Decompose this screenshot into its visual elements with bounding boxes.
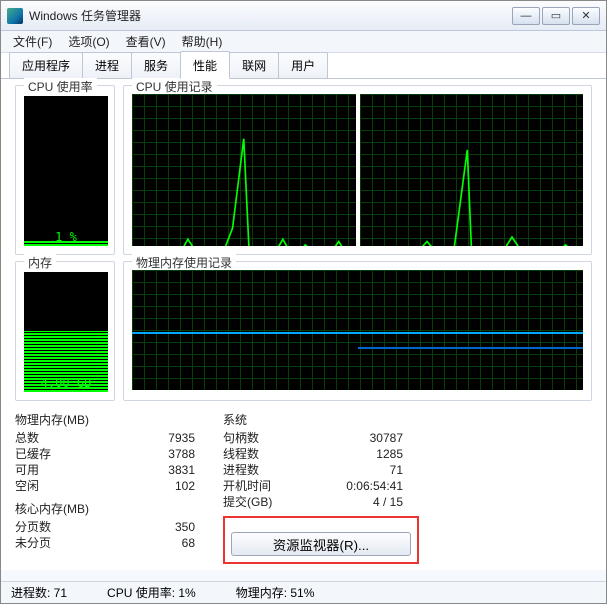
sys-threads-label: 线程数 [223, 446, 259, 462]
sys-procs-value: 71 [390, 462, 403, 478]
sys-handles-value: 30787 [370, 430, 403, 446]
cpu-value: 1 % [24, 230, 108, 244]
window-title: Windows 任务管理器 [29, 7, 512, 24]
menu-view[interactable]: 查看(V) [118, 31, 174, 52]
sys-uptime-value: 0:06:54:41 [346, 478, 403, 494]
phys-free-label: 空闲 [15, 478, 39, 494]
tab-networking[interactable]: 联网 [229, 52, 279, 78]
phys-avail-value: 3831 [168, 462, 195, 478]
memory-history-label: 物理内存使用记录 [132, 254, 236, 271]
task-manager-window: Windows 任务管理器 — ▭ ✕ 文件(F) 选项(O) 查看(V) 帮助… [0, 0, 607, 604]
cpu-meter: 1 % [24, 96, 108, 246]
memory-usage-group: 内存 4.00 GB [15, 261, 115, 401]
memory-meter: 4.00 GB [24, 272, 108, 392]
tab-applications[interactable]: 应用程序 [9, 52, 83, 78]
kernel-paged-value: 350 [175, 519, 195, 535]
sys-commit-label: 提交(GB) [223, 494, 272, 510]
phys-cached-label: 已缓存 [15, 446, 51, 462]
cpu-history-group: CPU 使用记录 [123, 85, 592, 255]
cpu-usage-group: CPU 使用率 1 % [15, 85, 115, 255]
phys-free-value: 102 [175, 478, 195, 494]
cpu-graph-0 [132, 94, 356, 246]
tabbar: 应用程序 进程 服务 性能 联网 用户 [1, 53, 606, 79]
system-title: 系统 [223, 411, 419, 428]
menu-file[interactable]: 文件(F) [5, 31, 60, 52]
phys-avail-label: 可用 [15, 462, 39, 478]
memory-history-group: 物理内存使用记录 [123, 261, 592, 401]
kernel-nonpaged-value: 68 [182, 535, 195, 551]
cpu-usage-label: CPU 使用率 [24, 78, 97, 95]
sys-commit-value: 4 / 15 [373, 494, 403, 510]
performance-panel: CPU 使用率 1 % CPU 使用记录 [1, 79, 606, 570]
memory-value: 4.00 GB [24, 376, 108, 390]
sys-procs-label: 进程数 [223, 462, 259, 478]
resource-monitor-button[interactable]: 资源监视器(R)... [231, 532, 411, 556]
tab-performance[interactable]: 性能 [180, 51, 230, 79]
tab-users[interactable]: 用户 [278, 52, 328, 78]
sys-uptime-label: 开机时间 [223, 478, 271, 494]
physical-memory-title: 物理内存(MB) [15, 411, 195, 428]
menu-options[interactable]: 选项(O) [60, 31, 117, 52]
menu-help[interactable]: 帮助(H) [174, 31, 231, 52]
menubar: 文件(F) 选项(O) 查看(V) 帮助(H) [1, 31, 606, 53]
sys-threads-value: 1285 [376, 446, 403, 462]
phys-cached-value: 3788 [168, 446, 195, 462]
close-button[interactable]: ✕ [572, 7, 600, 25]
statusbar: 进程数: 71 CPU 使用率: 1% 物理内存: 51% [1, 581, 606, 603]
memory-graph [132, 270, 583, 390]
minimize-button[interactable]: — [512, 7, 540, 25]
kernel-memory-title: 核心内存(MB) [15, 500, 195, 517]
resource-monitor-highlight: 资源监视器(R)... [223, 516, 419, 564]
cpu-history-label: CPU 使用记录 [132, 78, 217, 95]
memory-usage-label: 内存 [24, 254, 56, 271]
tab-processes[interactable]: 进程 [82, 52, 132, 78]
titlebar[interactable]: Windows 任务管理器 — ▭ ✕ [1, 1, 606, 31]
phys-total-value: 7935 [168, 430, 195, 446]
tab-services[interactable]: 服务 [131, 52, 181, 78]
status-cpu: CPU 使用率: 1% [107, 584, 196, 601]
status-memory: 物理内存: 51% [236, 584, 315, 601]
phys-total-label: 总数 [15, 430, 39, 446]
maximize-button[interactable]: ▭ [542, 7, 570, 25]
kernel-paged-label: 分页数 [15, 519, 51, 535]
app-icon [7, 8, 23, 24]
sys-handles-label: 句柄数 [223, 430, 259, 446]
kernel-nonpaged-label: 未分页 [15, 535, 51, 551]
status-processes: 进程数: 71 [11, 584, 67, 601]
cpu-graph-1 [360, 94, 584, 246]
